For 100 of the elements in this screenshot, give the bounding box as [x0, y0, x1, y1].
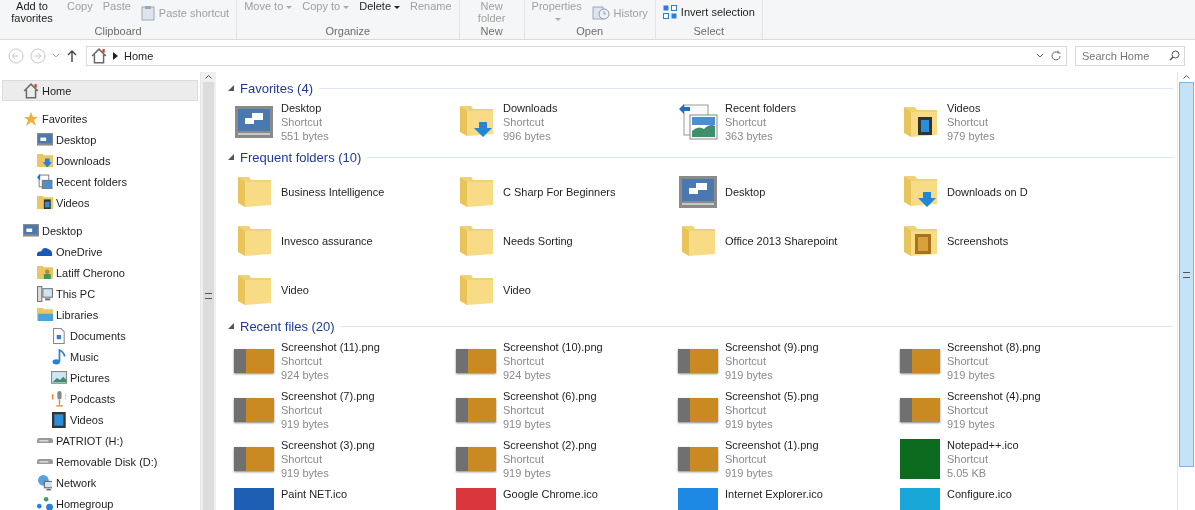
nav-tree-item[interactable]: Recent folders: [2, 171, 198, 192]
breadcrumb-arrow-icon: [113, 52, 118, 60]
file-type: Shortcut: [947, 451, 989, 466]
file-name[interactable]: Screenshot (2).png: [503, 437, 597, 452]
file-type: Shortcut: [281, 451, 323, 466]
nav-tree-item[interactable]: OneDrive: [2, 241, 198, 262]
file-name[interactable]: Paint NET.ico: [281, 486, 348, 501]
group-header[interactable]: Frequent folders (10): [240, 149, 362, 165]
scroll-up-icon[interactable]: [205, 75, 212, 79]
ribbon-group-label: Organize: [324, 25, 372, 39]
film-icon: [52, 411, 66, 428]
nav-tree-item[interactable]: Podcasts: [2, 388, 198, 409]
nav-tree-item[interactable]: Videos: [2, 409, 198, 430]
nav-tree-item[interactable]: Homegroup: [2, 493, 198, 510]
ribbon-button[interactable]: Add to favorites: [5, 0, 59, 24]
recent-folders-icon: [37, 174, 53, 189]
video-folder-icon: [37, 195, 53, 210]
file-type: Shortcut: [725, 114, 767, 129]
file-name[interactable]: Internet Explorer.ico: [725, 486, 823, 501]
nav-tree-item[interactable]: Pictures: [2, 367, 198, 388]
nav-tree-item[interactable]: Libraries: [2, 304, 198, 325]
dropdown-icon[interactable]: [1036, 53, 1044, 59]
screenshot-thumbnail: [456, 397, 496, 422]
nav-tree-item[interactable]: Desktop: [2, 220, 198, 241]
nav-tree-item[interactable]: Favorites: [2, 108, 198, 129]
file-name[interactable]: Screenshot (3).png: [281, 437, 375, 452]
nav-tree-item[interactable]: Network: [2, 472, 198, 493]
group-header[interactable]: Favorites (4): [240, 80, 313, 96]
up-button[interactable]: [66, 49, 78, 63]
nav-tree-item[interactable]: This PC: [2, 283, 198, 304]
screenshot-thumbnail: [900, 348, 940, 373]
file-name[interactable]: Screenshot (6).png: [503, 388, 597, 403]
file-name[interactable]: Office 2013 Sharepoint: [725, 233, 838, 248]
drive-icon: [37, 458, 53, 465]
file-name[interactable]: Screenshots: [947, 233, 1009, 248]
file-name[interactable]: C Sharp For Beginners: [503, 184, 616, 199]
file-name[interactable]: Video: [503, 282, 531, 297]
scroll-up-icon[interactable]: [1183, 75, 1190, 79]
file-name[interactable]: Video: [281, 282, 309, 297]
file-name[interactable]: Screenshot (5).png: [725, 388, 819, 403]
file-name[interactable]: Videos: [947, 100, 995, 115]
file-name[interactable]: Screenshot (4).png: [947, 388, 1041, 403]
nav-tree-item[interactable]: Music: [2, 346, 198, 367]
clipboard-icon: [140, 5, 155, 21]
folder-icon: [459, 274, 493, 305]
collapse-icon[interactable]: [228, 323, 234, 329]
refresh-icon[interactable]: [1050, 50, 1062, 62]
scrollbar[interactable]: [1177, 72, 1195, 510]
address-field[interactable]: Home: [86, 46, 1067, 66]
file-type: Shortcut: [503, 402, 545, 417]
nav-tree-item[interactable]: Desktop: [2, 129, 198, 150]
file-name[interactable]: Screenshot (11).png: [281, 339, 380, 354]
file-size: 919 bytes: [947, 367, 996, 382]
file-name[interactable]: Screenshot (9).png: [725, 339, 819, 354]
nav-tree-item[interactable]: Downloads: [2, 150, 198, 171]
file-name[interactable]: Configure.ico: [947, 486, 1012, 501]
nav-tree-item[interactable]: PATRIOT (H:): [2, 430, 198, 451]
file-name[interactable]: Screenshot (1).png: [725, 437, 819, 452]
nav-tree-item[interactable]: Latiff Cherono: [2, 262, 198, 283]
ribbon-group-label: Select: [692, 25, 726, 39]
collapse-icon[interactable]: [228, 154, 234, 160]
ribbon-group-label: Open: [575, 25, 605, 39]
file-size: 924 bytes: [281, 367, 330, 382]
file-size: 919 bytes: [503, 465, 552, 480]
ribbon-button[interactable]: Invert selection: [660, 3, 757, 21]
file-name[interactable]: Screenshot (8).png: [947, 339, 1041, 354]
file-name[interactable]: Screenshot (10).png: [503, 339, 603, 354]
group-header[interactable]: Recent files (20): [240, 318, 335, 334]
scrollbar[interactable]: [200, 72, 216, 510]
search-field[interactable]: Search Home: [1075, 46, 1185, 66]
file-name[interactable]: Business Intelligence: [281, 184, 385, 199]
file-name[interactable]: Notepad++.ico: [947, 437, 1019, 452]
nav-tree-item[interactable]: Removable Disk (D:): [2, 451, 198, 472]
file-name[interactable]: Needs Sorting: [503, 233, 573, 248]
nav-tree-item[interactable]: Home: [2, 80, 198, 101]
file-name[interactable]: Downloads: [503, 100, 558, 115]
ribbon-button[interactable]: Delete: [357, 0, 402, 12]
house-icon: [91, 48, 107, 64]
file-type: Shortcut: [947, 114, 989, 129]
file-name[interactable]: Screenshot (7).png: [281, 388, 375, 403]
file-name[interactable]: Desktop: [281, 100, 329, 115]
clock-icon: [591, 5, 610, 21]
collapse-icon[interactable]: [228, 85, 234, 91]
screenshot-thumbnail: [234, 446, 274, 471]
file-type: Shortcut: [281, 353, 323, 368]
file-name[interactable]: Downloads on D: [947, 184, 1028, 199]
file-name[interactable]: Recent folders: [725, 100, 796, 115]
folder-icon: [681, 225, 715, 256]
drive-icon: [37, 437, 53, 444]
file-name[interactable]: Google Chrome.ico: [503, 486, 598, 501]
nav-tree-item[interactable]: Videos: [2, 192, 198, 213]
file-name[interactable]: Desktop: [725, 184, 766, 199]
document-icon: [53, 327, 65, 344]
file-name[interactable]: Invesco assurance: [281, 233, 373, 248]
breadcrumb[interactable]: Home: [124, 50, 154, 62]
screenshot-thumbnail: [900, 397, 940, 422]
microphone-icon: [51, 390, 67, 407]
nav-tree-item[interactable]: Documents: [2, 325, 198, 346]
file-size: 979 bytes: [947, 128, 995, 143]
file-type: Shortcut: [725, 353, 767, 368]
